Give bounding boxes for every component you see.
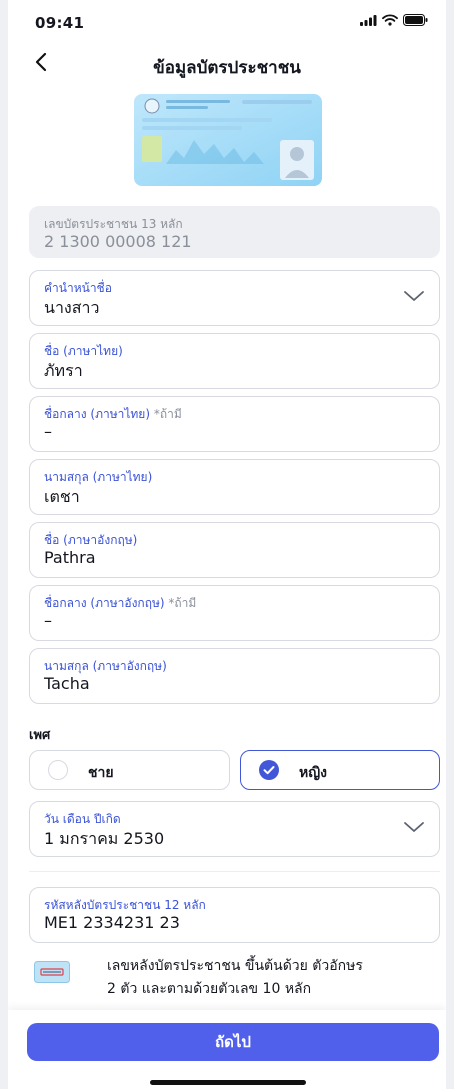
status-icons [360,14,428,26]
id-number-field: เลขบัตรประชาชน 13 หลัก 2 1300 00008 121 [29,206,440,258]
middle-name-th-label: ชื่อกลาง (ภาษาไทย) *ถ้ามี [44,405,182,424]
hint-text: เลขหลังบัตรประชาชน ขึ้นต้นด้วย ตัวอักษร … [107,955,363,1001]
first-name-th-value: ภัทรา [44,361,83,380]
gender-option-female[interactable]: หญิง [240,750,440,790]
last-name-th-field[interactable]: นามสกุล (ภาษาไทย) เตชา [29,459,440,515]
id-card-back-icon [34,961,70,983]
laser-code-value: ME1 2334231 23 [44,913,180,932]
middle-name-th-field[interactable]: ชื่อกลาง (ภาษาไทย) *ถ้ามี – [29,396,440,452]
optional-marker: *ถ้ามี [153,407,182,421]
signal-icon [360,14,377,26]
middle-name-en-field[interactable]: ชื่อกลาง (ภาษาอังกฤษ) *ถ้ามี – [29,585,440,641]
gender-option-male[interactable]: ชาย [29,750,230,790]
optional-marker: *ถ้ามี [168,596,197,610]
app-screen: 09:41 ข้อมูลบัตรประชาชน เลขบัตรประชาชน 1… [8,0,446,1089]
page-title: ข้อมูลบัตรประชาชน [153,58,301,78]
gender-option-label: ชาย [88,765,114,781]
check-icon [263,766,275,775]
status-time: 09:41 [35,14,85,32]
next-button[interactable]: ถัดไป [27,1023,439,1061]
last-name-en-field[interactable]: นามสกุล (ภาษาอังกฤษ) Tacha [29,648,440,704]
middle-name-en-label: ชื่อกลาง (ภาษาอังกฤษ) *ถ้ามี [44,594,196,613]
laser-code-hint: เลขหลังบัตรประชาชน ขึ้นต้นด้วย ตัวอักษร … [29,955,440,1001]
laser-code-field[interactable]: รหัสหลังบัตรประชาชน 12 หลัก ME1 2334231 … [29,887,440,943]
middle-name-en-label-text: ชื่อกลาง (ภาษาอังกฤษ) [44,596,165,610]
hint-line-1: เลขหลังบัตรประชาชน ขึ้นต้นด้วย ตัวอักษร [107,958,363,974]
section-divider [29,871,440,872]
gender-label: เพศ [29,728,51,743]
chevron-down-icon [404,822,424,832]
hint-line-2: 2 ตัว และตามด้วยตัวเลข 10 หลัก [107,981,312,997]
id-number-value: 2 1300 00008 121 [44,232,192,251]
status-bar: 09:41 [8,0,446,40]
last-name-th-value: เตชา [44,487,80,506]
birth-date-select[interactable]: วัน เดือน ปีเกิด 1 มกราคม 2530 [29,801,440,857]
title-prefix-select[interactable]: คำนำหน้าชื่อ นางสาว [29,270,440,326]
bottom-bar: ถัดไป [8,1010,446,1089]
id-card-illustration [134,94,322,186]
last-name-en-value: Tacha [44,674,90,693]
first-name-en-field[interactable]: ชื่อ (ภาษาอังกฤษ) Pathra [29,522,440,578]
home-indicator [150,1080,306,1085]
first-name-th-field[interactable]: ชื่อ (ภาษาไทย) ภัทรา [29,333,440,389]
wifi-icon [382,14,398,26]
title-prefix-value: นางสาว [44,298,100,317]
birth-date-value: 1 มกราคม 2530 [44,829,165,848]
battery-icon [403,14,428,26]
first-name-en-value: Pathra [44,548,96,567]
middle-name-th-value: – [44,422,52,441]
middle-name-en-value: – [44,611,52,630]
radio-unchecked-icon [48,760,68,780]
chevron-down-icon [404,291,424,301]
nav-bar: ข้อมูลบัตรประชาชน [8,40,446,84]
middle-name-th-label-text: ชื่อกลาง (ภาษาไทย) [44,407,151,421]
radio-checked-icon [259,760,279,780]
gender-option-label: หญิง [299,765,327,781]
